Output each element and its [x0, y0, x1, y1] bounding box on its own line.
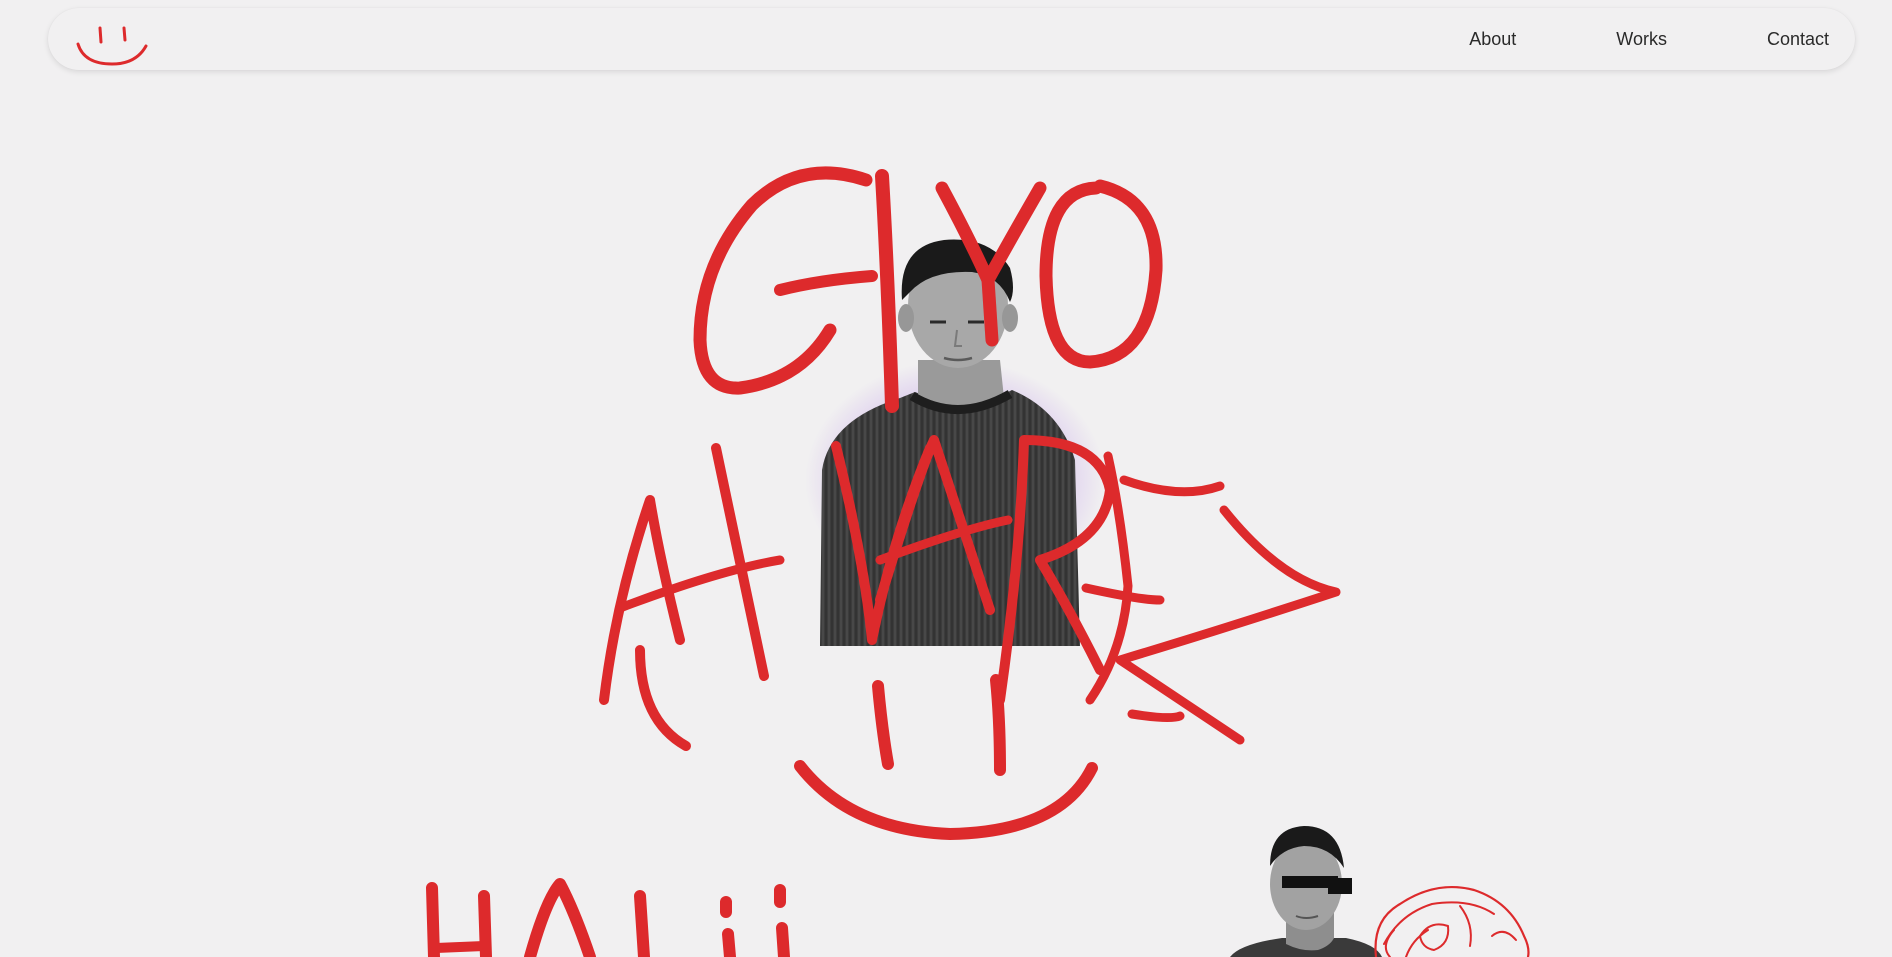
greeting-scribble [426, 878, 790, 957]
hero-artwork [426, 166, 1530, 957]
red-doodle-icon [1374, 886, 1530, 957]
hero-section [0, 0, 1892, 957]
small-portrait-photo [1230, 826, 1382, 957]
hero-smiley-icon [794, 674, 1098, 840]
